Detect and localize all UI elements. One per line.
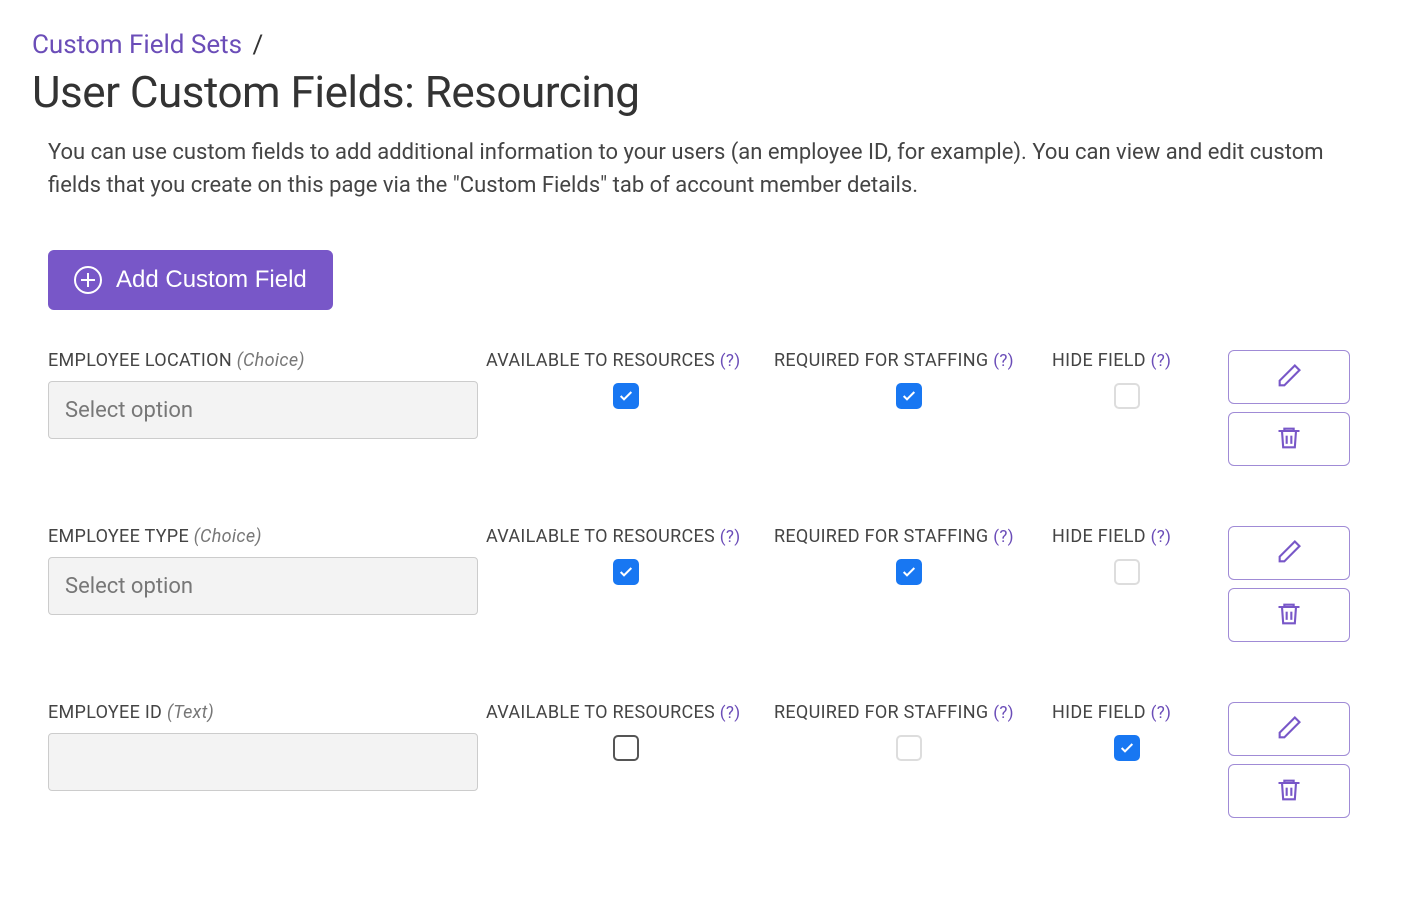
help-icon[interactable]: (?): [720, 527, 741, 547]
select-input[interactable]: Select option: [48, 381, 478, 439]
checkbox-required[interactable]: [896, 383, 922, 409]
select-placeholder: Select option: [65, 398, 193, 423]
page-title: User Custom Fields: Resourcing: [32, 66, 1379, 118]
pencil-icon: [1275, 538, 1303, 569]
trash-icon: [1275, 424, 1303, 455]
help-icon[interactable]: (?): [720, 351, 741, 371]
help-icon[interactable]: (?): [1151, 703, 1172, 723]
checkbox-available[interactable]: [613, 559, 639, 585]
column-header-hide: HIDE FIELD (?): [1052, 350, 1202, 371]
field-type-hint: (Choice): [237, 350, 305, 371]
plus-circle-icon: [74, 266, 102, 294]
field-name-label: EMPLOYEE ID (Text): [48, 702, 478, 723]
edit-button[interactable]: [1228, 702, 1350, 756]
add-button-label: Add Custom Field: [116, 266, 307, 294]
delete-button[interactable]: [1228, 588, 1350, 642]
help-icon[interactable]: (?): [993, 527, 1014, 547]
help-icon[interactable]: (?): [993, 703, 1014, 723]
column-header-hide: HIDE FIELD (?): [1052, 526, 1202, 547]
checkbox-required[interactable]: [896, 559, 922, 585]
field-name-label: EMPLOYEE LOCATION (Choice): [48, 350, 478, 371]
breadcrumb-link-parent[interactable]: Custom Field Sets: [32, 30, 242, 60]
checkbox-hide[interactable]: [1114, 559, 1140, 585]
column-header-available: AVAILABLE TO RESOURCES (?): [486, 350, 766, 371]
column-header-required: REQUIRED FOR STAFFING (?): [774, 350, 1044, 371]
custom-field-row: EMPLOYEE LOCATION (Choice) Select option…: [48, 350, 1379, 466]
checkbox-hide[interactable]: [1114, 383, 1140, 409]
field-type-hint: (Text): [167, 702, 214, 723]
help-icon[interactable]: (?): [993, 351, 1014, 371]
column-header-available: AVAILABLE TO RESOURCES (?): [486, 526, 766, 547]
delete-button[interactable]: [1228, 764, 1350, 818]
checkbox-available[interactable]: [613, 735, 639, 761]
checkbox-required[interactable]: [896, 735, 922, 761]
column-header-available: AVAILABLE TO RESOURCES (?): [486, 702, 766, 723]
field-type-hint: (Choice): [194, 526, 262, 547]
pencil-icon: [1275, 714, 1303, 745]
page-description: You can use custom fields to add additio…: [48, 136, 1379, 202]
text-input[interactable]: [48, 733, 478, 791]
custom-field-row: EMPLOYEE TYPE (Choice) Select option AVA…: [48, 526, 1379, 642]
edit-button[interactable]: [1228, 526, 1350, 580]
trash-icon: [1275, 776, 1303, 807]
add-custom-field-button[interactable]: Add Custom Field: [48, 250, 333, 310]
help-icon[interactable]: (?): [1151, 527, 1172, 547]
breadcrumb: Custom Field Sets /: [32, 30, 1379, 60]
column-header-required: REQUIRED FOR STAFFING (?): [774, 526, 1044, 547]
select-placeholder: Select option: [65, 574, 193, 599]
pencil-icon: [1275, 362, 1303, 393]
column-header-hide: HIDE FIELD (?): [1052, 702, 1202, 723]
select-input[interactable]: Select option: [48, 557, 478, 615]
delete-button[interactable]: [1228, 412, 1350, 466]
help-icon[interactable]: (?): [720, 703, 741, 723]
help-icon[interactable]: (?): [1151, 351, 1172, 371]
checkbox-available[interactable]: [613, 383, 639, 409]
field-name-label: EMPLOYEE TYPE (Choice): [48, 526, 478, 547]
column-header-required: REQUIRED FOR STAFFING (?): [774, 702, 1044, 723]
breadcrumb-separator: /: [253, 30, 264, 60]
custom-field-row: EMPLOYEE ID (Text) AVAILABLE TO RESOURCE…: [48, 702, 1379, 818]
trash-icon: [1275, 600, 1303, 631]
edit-button[interactable]: [1228, 350, 1350, 404]
checkbox-hide[interactable]: [1114, 735, 1140, 761]
